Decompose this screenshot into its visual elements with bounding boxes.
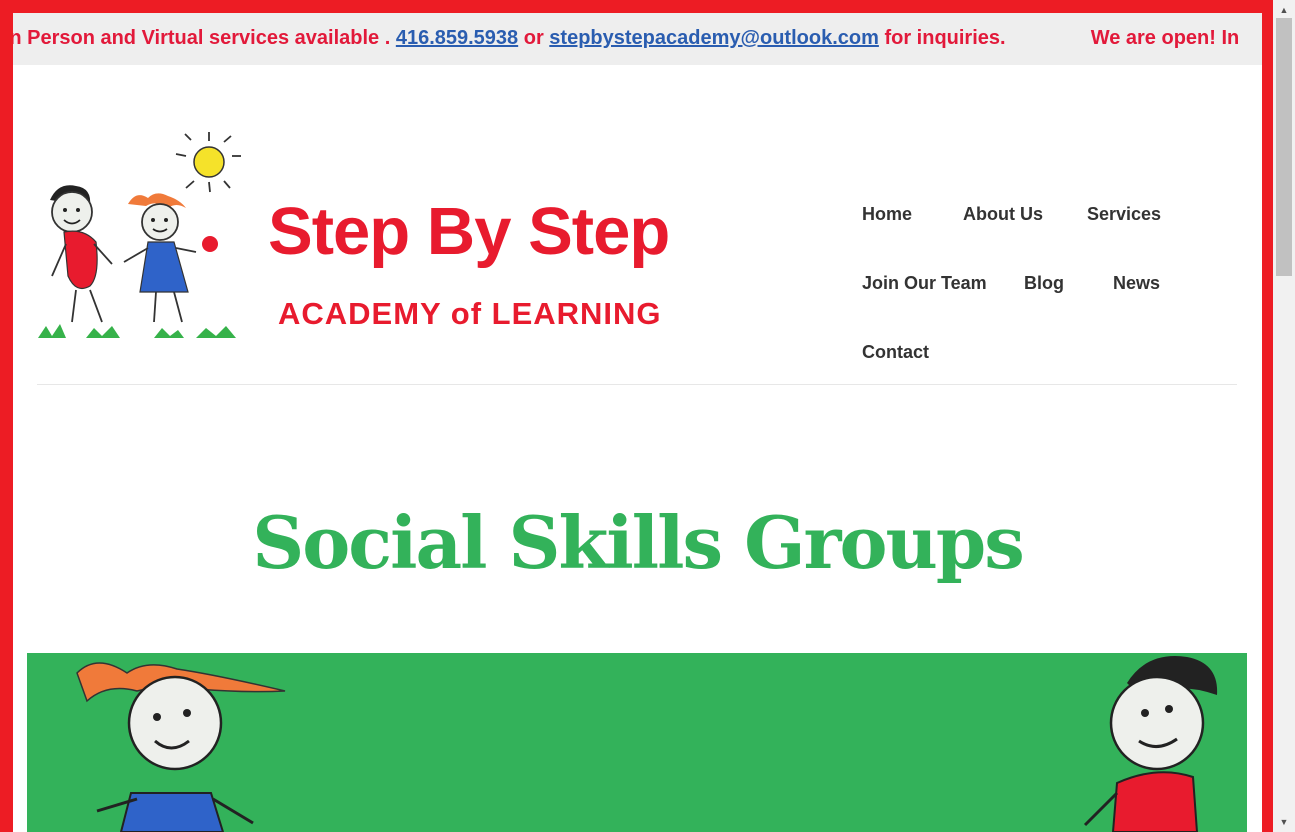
grass-decoration [38,324,236,338]
girl-figure-large [76,662,286,832]
hero-kids-illustration [76,656,1218,832]
announcement-ticker: pen! In Person and Virtual services avai… [13,13,1262,65]
ticker-text-start: pen! In Person and Virtual services avai… [13,27,391,49]
hero-banner-image [27,653,1247,832]
arrow-down-icon[interactable]: ▼ [1273,814,1295,832]
logo-subtitle: ACADEMY of LEARNING [278,296,662,331]
page-frame-left [0,0,13,832]
page-frame-right [1262,0,1273,832]
ticker-text-end: for inquiries. [884,27,1006,49]
logo-title: Step By Step [268,194,670,269]
ticker-track: pen! In Person and Virtual services avai… [13,27,1239,50]
header-divider [37,384,1237,385]
page-frame-top [0,0,1272,13]
nav-item-news[interactable]: News [1113,273,1160,294]
kids-illustration [38,132,241,338]
ticker-repeat-text: We are open! In [1090,27,1240,49]
arrow-up-icon[interactable]: ▲ [1273,0,1295,18]
ticker-or-text: or [523,27,544,49]
nav-item-contact[interactable]: Contact [862,342,929,363]
nav-item-about-us[interactable]: About Us [963,204,1043,225]
scrollbar-thumb[interactable] [1276,18,1292,276]
nav-item-blog[interactable]: Blog [1024,273,1064,294]
sun-icon [175,132,241,193]
page-title: Social Skills Groups [252,500,1025,585]
nav-item-services[interactable]: Services [1087,204,1161,225]
boy-figure [50,185,113,323]
boy-figure-large [1083,656,1218,832]
ticker-phone-link[interactable]: 416.859.5938 [396,27,518,49]
vertical-scrollbar[interactable]: ▲ ▼ [1273,0,1295,832]
ticker-email-link[interactable]: stepbystepacademy@outlook.com [549,27,879,49]
nav-item-join-our-team[interactable]: Join Our Team [862,273,987,294]
nav-item-home[interactable]: Home [862,204,912,225]
girl-figure [123,193,218,323]
